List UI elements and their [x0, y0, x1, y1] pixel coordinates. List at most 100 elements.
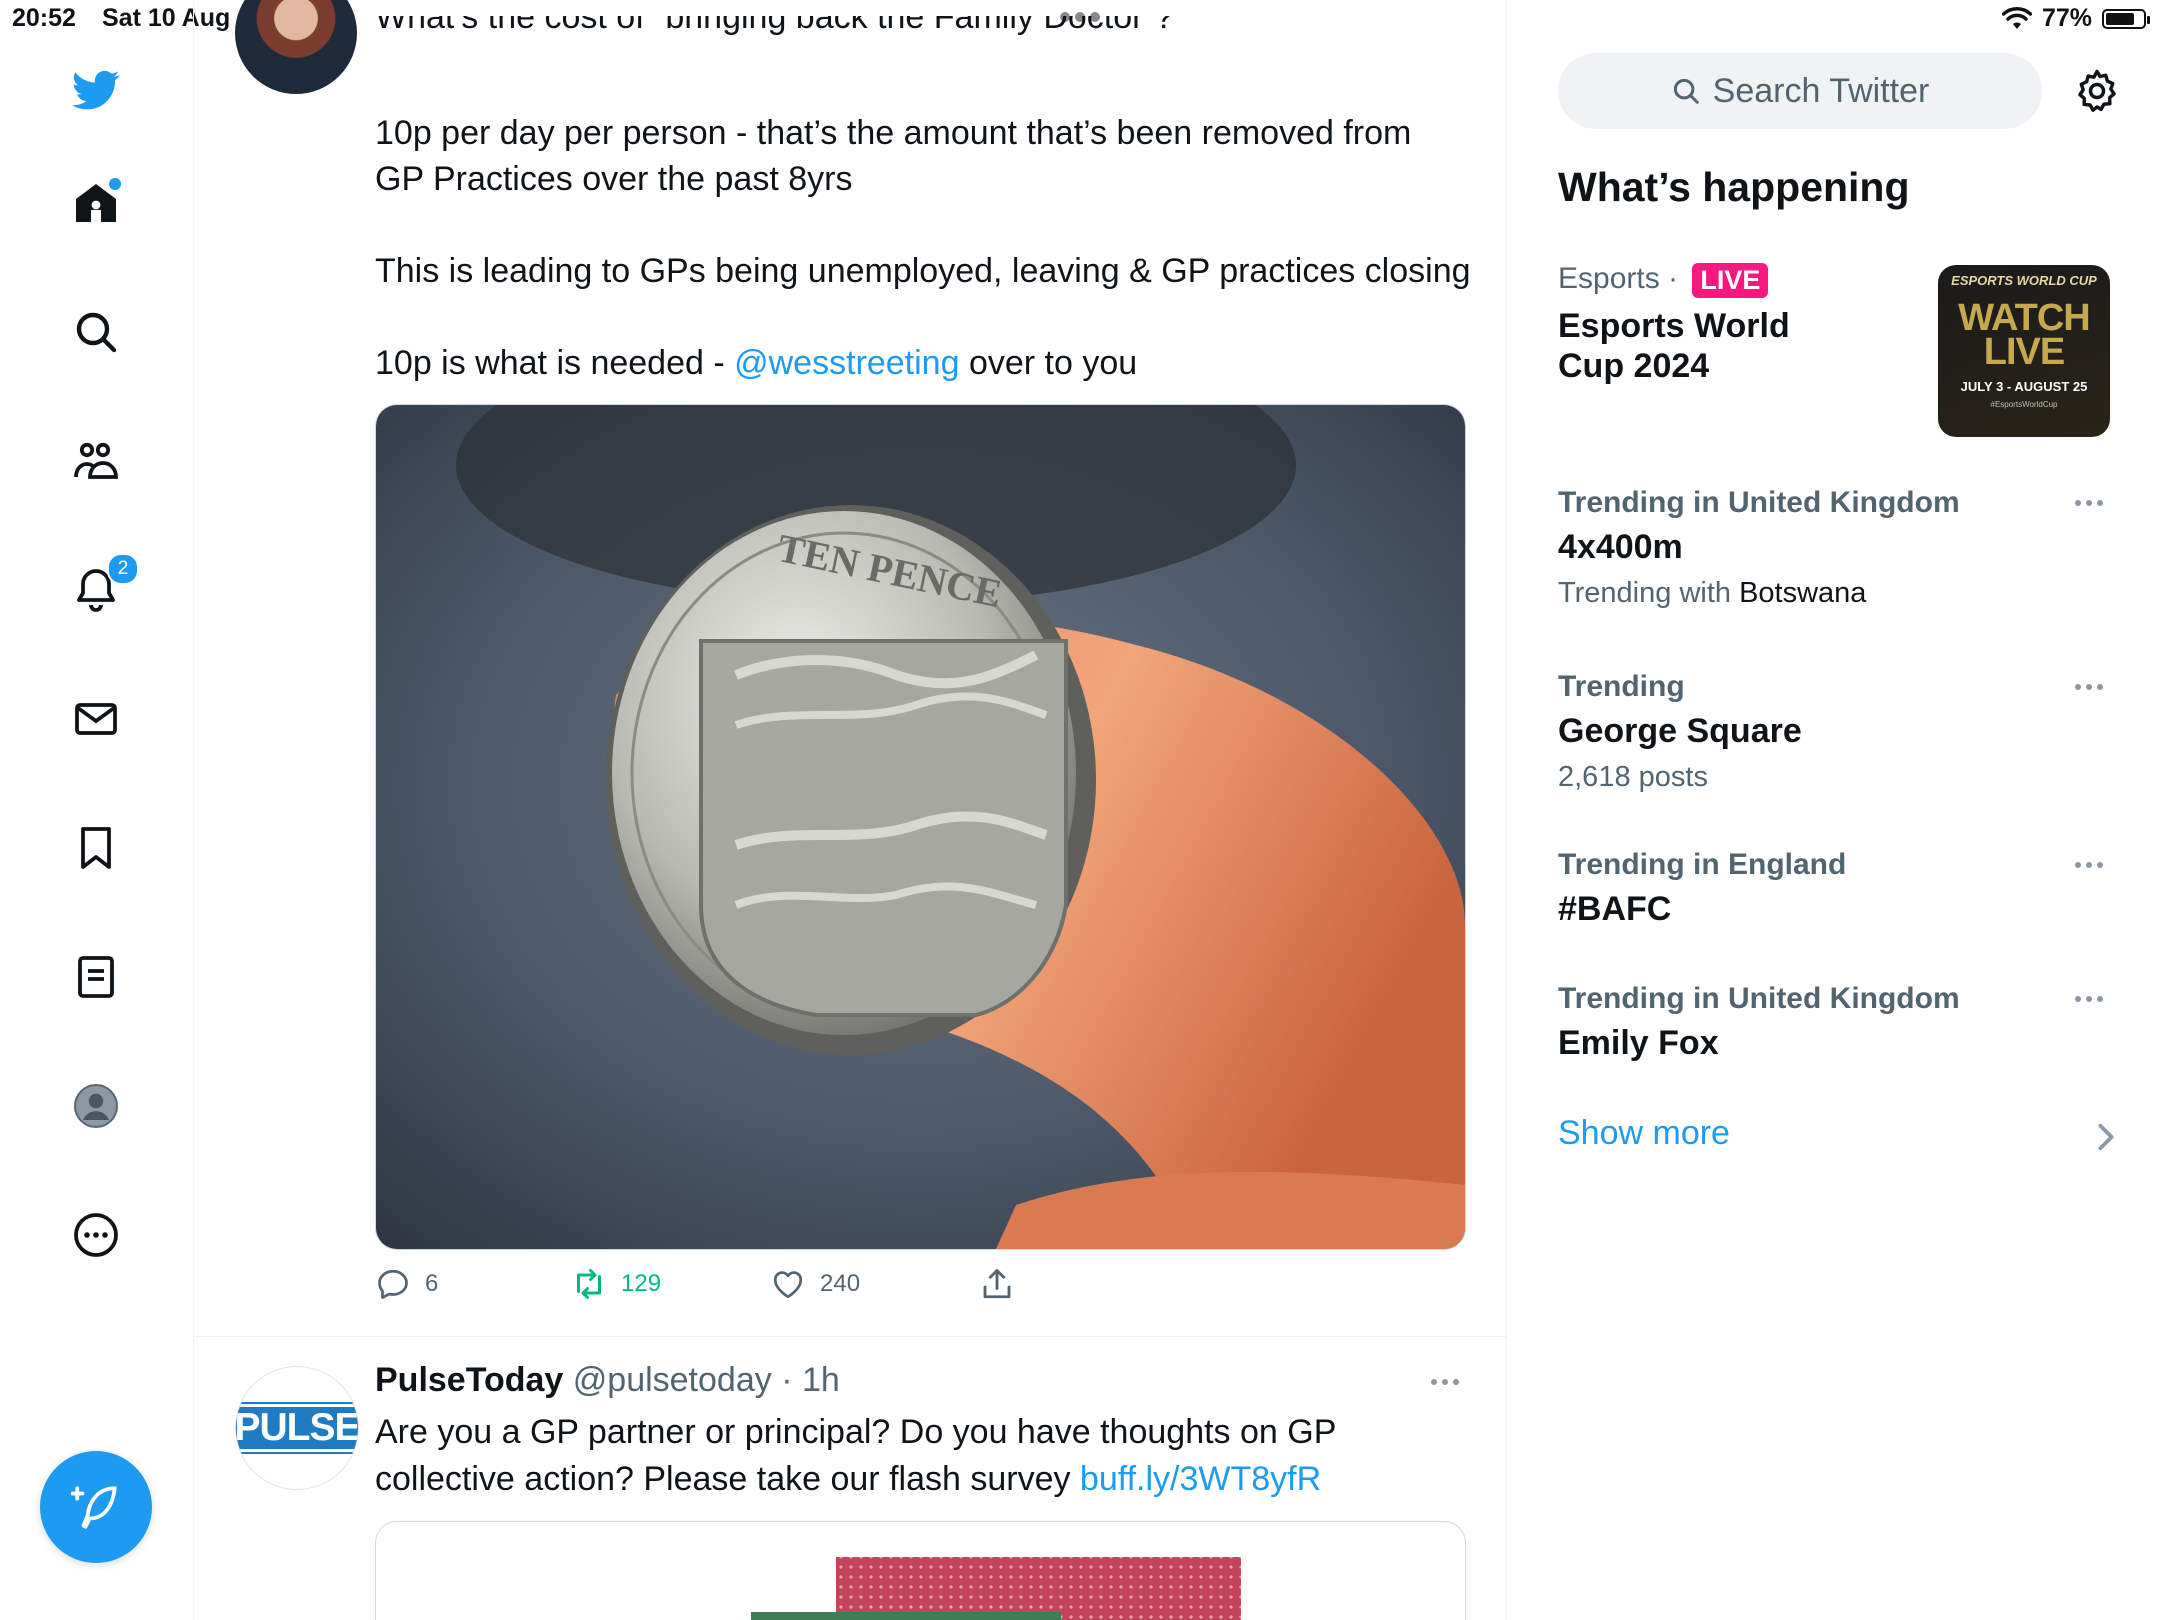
nav-notifications[interactable]: 2: [71, 553, 139, 615]
tweet-media-image[interactable]: TEN PENCE: [375, 404, 1466, 1250]
trend-context-link: Botswana: [1739, 577, 1867, 609]
esports-thumbnail[interactable]: ESPORTS WORLD CUP WATCH LIVE JULY 3 - AU…: [1938, 265, 2110, 437]
battery-icon: [2102, 8, 2150, 29]
timeline: What’s the cost of “bringing back the Fa…: [193, 0, 1507, 1620]
reply-icon: [378, 1269, 408, 1299]
tweet-text-line: collective action? Please take our flash…: [375, 1456, 1321, 1502]
trend-category: Esports: [1558, 262, 1660, 295]
pulsetoday-avatar[interactable]: PULSE: [235, 1366, 359, 1490]
retweet-button[interactable]: 129: [571, 1266, 661, 1302]
tweet-text-line: 10p is what is needed - @wesstreeting ov…: [375, 340, 1137, 386]
tweet-text-line: GP Practices over the past 8yrs: [375, 160, 853, 198]
battery-percent: 77%: [2041, 4, 2092, 32]
tweet-time[interactable]: 1h: [802, 1361, 840, 1399]
trend-name: #BAFC: [1558, 890, 1672, 928]
list-icon: [78, 956, 114, 998]
retweet-count: 129: [621, 1270, 662, 1297]
tweet-text-segment: collective action? Please take our flash…: [375, 1460, 1080, 1498]
tweet-divider: [193, 1336, 1506, 1337]
reply-button[interactable]: 6: [375, 1266, 438, 1302]
trend-item[interactable]: Trending in United Kingdom Emily Fox: [1558, 982, 2118, 1063]
meta-separator: ·: [771, 1361, 802, 1399]
tweet-actions: 6 129 240: [375, 1266, 1075, 1306]
envelope-icon: [75, 703, 117, 735]
share-button[interactable]: [979, 1266, 1015, 1302]
status-indicators: 77%: [2001, 4, 2150, 33]
sidebar-nav: 2: [0, 0, 194, 1620]
search-icon: [1673, 78, 1699, 104]
share-icon: [983, 1269, 1011, 1299]
search-input[interactable]: Search Twitter: [1558, 53, 2042, 129]
author-handle[interactable]: @pulsetoday: [573, 1361, 772, 1399]
wifi-icon: [2001, 6, 2032, 29]
trend-category: Trending in England: [1558, 848, 1847, 881]
tweet-text-line: This is leading to GPs being unemployed,…: [375, 252, 1471, 290]
mention-link[interactable]: @wesstreeting: [734, 344, 959, 382]
tweet-more-icon[interactable]: [1431, 1379, 1459, 1385]
compose-tweet-button[interactable]: [40, 1451, 152, 1563]
trend-more-icon[interactable]: [2075, 684, 2103, 690]
thumb-dates: JULY 3 - AUGUST 25: [1960, 379, 2088, 394]
trend-more-icon[interactable]: [2075, 862, 2103, 868]
twitter-logo-icon[interactable]: [71, 65, 121, 115]
trend-category: Trending: [1558, 670, 1685, 703]
link-card-preview[interactable]: [375, 1521, 1466, 1620]
coin-photo: TEN PENCE: [376, 405, 1465, 1249]
trend-item[interactable]: Trending George Square 2,618 posts: [1558, 670, 2118, 794]
tweet-text-line: What’s the cost of “bringing back the Fa…: [375, 16, 1174, 36]
trend-name: Emily Fox: [1558, 1024, 1719, 1062]
home-new-dot: [109, 178, 121, 190]
search-placeholder: Search Twitter: [1712, 71, 1930, 110]
reply-count: 6: [425, 1270, 439, 1297]
communities-icon: [74, 442, 118, 479]
nav-explore[interactable]: [71, 307, 121, 357]
nav-bookmarks[interactable]: [71, 823, 121, 873]
survey-link[interactable]: buff.ly/3WT8yfR: [1080, 1460, 1321, 1498]
tweet-text-segment: 10p is what is needed -: [375, 344, 735, 382]
live-badge: LIVE: [1692, 262, 1769, 298]
thumb-brand: ESPORTS WORLD CUP: [1951, 273, 2097, 288]
nav-messages[interactable]: [71, 694, 121, 744]
trend-more-icon[interactable]: [2075, 500, 2103, 506]
nav-communities[interactable]: [71, 436, 121, 486]
nav-lists[interactable]: [71, 952, 121, 1002]
trend-name: 4x400m: [1558, 528, 1683, 566]
whats-happening-title: What’s happening: [1558, 164, 1910, 210]
pulse-logo: PULSE: [236, 1402, 358, 1454]
nav-more[interactable]: [71, 1210, 121, 1260]
trend-name-line: Cup 2024: [1558, 346, 1710, 385]
tweet-text-line: Are you a GP partner or principal? Do yo…: [375, 1413, 1337, 1451]
meta-separator: ·: [1659, 262, 1687, 295]
trend-more-icon[interactable]: [2075, 996, 2103, 1002]
thumb-hashtag: #EsportsWorldCup: [1990, 400, 2058, 409]
more-circle-icon: [74, 1213, 118, 1257]
trend-item[interactable]: Trending in United Kingdom 4x400m Trendi…: [1558, 486, 2118, 610]
retweet-icon: [577, 1269, 601, 1299]
trend-name: George Square: [1558, 712, 1802, 750]
like-button[interactable]: 240: [770, 1266, 860, 1302]
card-image: [751, 1557, 1241, 1620]
settings-gear-icon[interactable]: [2074, 68, 2120, 114]
nav-profile[interactable]: [71, 1081, 121, 1131]
bookmark-icon: [81, 827, 111, 869]
trend-post-count: 2,618 posts: [1558, 761, 1708, 793]
show-more-link[interactable]: Show more: [1558, 1114, 1730, 1153]
trend-item[interactable]: Trending in England #BAFC: [1558, 848, 2118, 929]
tweet-text-line: 10p per day per person - that’s the amou…: [375, 114, 1412, 152]
thumb-watch-live: WATCH LIVE: [1958, 297, 2091, 373]
tweet-header: PulseToday @pulsetoday · 1h: [375, 1361, 840, 1400]
tweet-author-avatar[interactable]: [235, 0, 357, 94]
profile-avatar-icon: [74, 1084, 118, 1128]
nav-home[interactable]: [71, 178, 121, 228]
compose-icon: [71, 1486, 117, 1529]
trend-name-line: Esports World: [1558, 306, 1790, 345]
chevron-right-icon: [2098, 1123, 2114, 1151]
notification-badge: 2: [107, 553, 139, 585]
search-icon: [76, 312, 117, 353]
heart-icon: [773, 1271, 803, 1299]
trend-context: Trending with Botswana: [1558, 577, 1867, 609]
like-count: 240: [820, 1270, 861, 1297]
author-name[interactable]: PulseToday: [375, 1361, 563, 1399]
trend-category: Trending in United Kingdom: [1558, 982, 1960, 1015]
trend-category: Trending in United Kingdom: [1558, 486, 1960, 519]
